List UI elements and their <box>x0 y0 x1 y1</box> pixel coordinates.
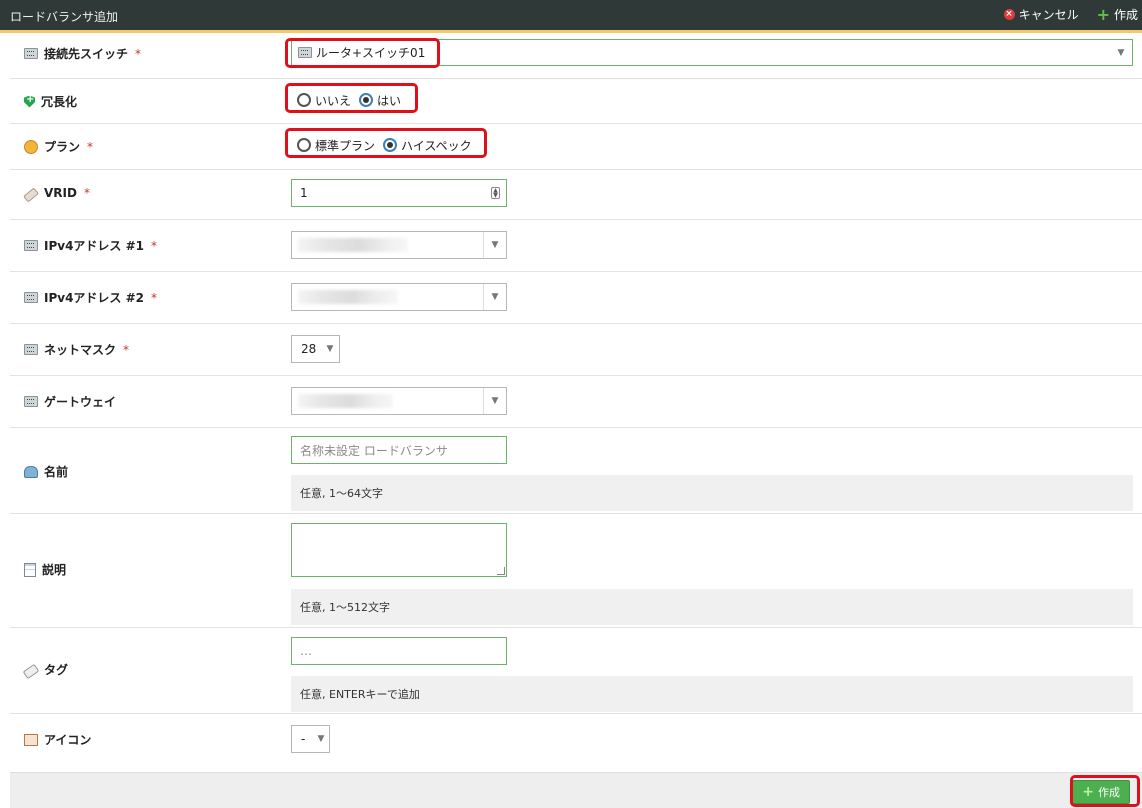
description-hint: 任意, 1～512文字 <box>291 589 1133 625</box>
resize-handle[interactable] <box>497 567 505 575</box>
highlight-box <box>1070 775 1140 807</box>
name-input[interactable]: 名称未設定 ロードバランサ <box>291 436 507 464</box>
row-description: 説明 任意, 1～512文字 <box>10 514 1142 628</box>
highlight-box <box>285 128 487 158</box>
name-icon <box>24 465 38 478</box>
row-icon: アイコン - ▼ <box>10 714 1142 771</box>
row-name: 名前 名称未設定 ロードバランサ 任意, 1～64文字 <box>10 428 1142 514</box>
ipv4-2-select[interactable]: ▼ <box>291 283 507 311</box>
tags-input[interactable]: … <box>291 637 507 665</box>
switch-icon <box>24 48 38 59</box>
plan-label: プラン * <box>24 138 93 155</box>
ipv4-1-label: IPv4アドレス #1 * <box>24 237 157 254</box>
vrid-label: VRID * <box>23 186 90 203</box>
load-balancer-form: 接続先スイッチ* ルータ+スイッチ01 ▼ 冗長化 いいえ <box>10 33 1142 807</box>
window-header: ロードバランサ追加 × キャンセル + 作成 <box>0 0 1142 33</box>
netmask-label: ネットマスク * <box>24 341 129 358</box>
blurred-value <box>298 238 408 252</box>
chevron-down-icon: ▼ <box>483 388 506 414</box>
vrid-icon <box>23 186 39 203</box>
image-icon <box>24 733 38 746</box>
chevron-down-icon: ▼ <box>317 734 325 744</box>
chevron-down-icon: ▼ <box>483 232 506 258</box>
row-netmask: ネットマスク * 28 ▼ <box>10 324 1142 376</box>
gateway-label: ゲートウェイ <box>24 393 116 410</box>
form-footer: + 作成 <box>10 772 1142 808</box>
row-gateway: ゲートウェイ ▼ <box>10 376 1142 428</box>
name-hint: 任意, 1～64文字 <box>291 475 1133 511</box>
highlight-box <box>285 38 440 68</box>
row-tags: タグ … 任意, ENTERキーで追加 <box>10 628 1142 714</box>
network-icon <box>24 344 38 355</box>
network-icon <box>24 240 38 251</box>
row-plan: プラン * 標準プラン ハイスペック <box>10 124 1142 170</box>
cancel-icon: × <box>1003 9 1015 20</box>
blurred-value <box>298 290 398 304</box>
row-redundancy: 冗長化 いいえ はい <box>10 79 1142 124</box>
header-create-label: 作成 <box>1113 8 1138 22</box>
cancel-button[interactable]: × キャンセル <box>1003 6 1079 23</box>
shield-icon <box>24 95 35 108</box>
header-actions: × キャンセル + 作成 <box>1003 6 1138 23</box>
description-textarea[interactable] <box>291 523 507 577</box>
row-vrid: VRID * 1 ▲ ▼ <box>10 170 1142 220</box>
chevron-down-icon: ▼ <box>1117 47 1125 58</box>
tags-label: タグ <box>22 661 68 679</box>
plan-icon <box>24 139 38 154</box>
row-switch: 接続先スイッチ * ルータ+スイッチ01 ▼ <box>10 33 1142 79</box>
row-ipv4-2: IPv4アドレス #2 * ▼ <box>10 272 1142 324</box>
spinner-icon[interactable]: ▲ ▼ <box>491 187 500 199</box>
network-icon <box>24 396 38 407</box>
tags-hint: 任意, ENTERキーで追加 <box>291 676 1133 712</box>
blurred-value <box>298 394 393 408</box>
document-icon <box>24 562 36 577</box>
icon-label: アイコン <box>24 731 91 748</box>
description-label: 説明 <box>24 561 66 578</box>
row-ipv4-1: IPv4アドレス #1 * ▼ <box>10 220 1142 272</box>
network-icon <box>24 292 38 303</box>
ipv4-1-select[interactable]: ▼ <box>291 231 507 259</box>
vrid-input[interactable]: 1 ▲ ▼ <box>291 179 507 207</box>
icon-select[interactable]: - ▼ <box>291 725 330 753</box>
name-label: 名前 <box>24 463 68 480</box>
plus-icon: + <box>1096 4 1110 24</box>
cancel-label: キャンセル <box>1018 8 1079 22</box>
netmask-select[interactable]: 28 ▼ <box>291 335 340 363</box>
highlight-box <box>285 83 418 113</box>
gateway-select[interactable]: ▼ <box>291 387 507 415</box>
chevron-down-icon: ▼ <box>483 284 506 310</box>
redundancy-label: 冗長化 <box>24 93 77 110</box>
ipv4-2-label: IPv4アドレス #2 * <box>24 289 157 306</box>
header-create-button[interactable]: + 作成 <box>1097 6 1138 23</box>
window-title: ロードバランサ追加 <box>10 10 119 24</box>
switch-label: 接続先スイッチ * <box>24 45 141 62</box>
tag-icon <box>22 663 40 679</box>
chevron-down-icon: ▼ <box>326 344 334 354</box>
